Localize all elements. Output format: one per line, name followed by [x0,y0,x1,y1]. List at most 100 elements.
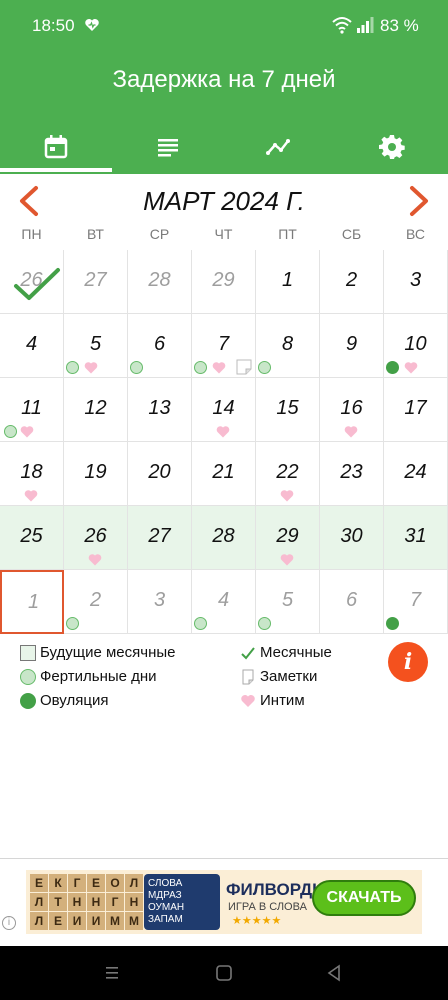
info-button[interactable]: i [388,642,428,682]
calendar-day-cell[interactable]: 2 [64,570,128,634]
calendar-day-cell[interactable]: 28 [192,506,256,570]
calendar-day-cell[interactable]: 4 [0,314,64,378]
calendar-day-cell[interactable]: 30 [320,506,384,570]
ad-letter-tile: О [106,874,124,892]
ad-letter-tile: Л [30,912,48,930]
day-number: 4 [217,589,230,611]
calendar-day-cell[interactable]: 26 [0,250,64,314]
calendar-day-cell[interactable]: 10 [384,314,448,378]
legend-label: Интим [260,692,305,709]
ad-letter-tile: Л [30,893,48,911]
calendar-day-cell[interactable]: 16 [320,378,384,442]
legend-intimacy: Интим [240,692,305,709]
calendar-day-cell[interactable]: 7 [192,314,256,378]
day-number: 5 [89,333,102,355]
heart-icon [404,362,418,374]
calendar-day-cell[interactable]: 5 [64,314,128,378]
calendar-day-cell[interactable]: 9 [320,314,384,378]
calendar-day-cell[interactable]: 1 [256,250,320,314]
calendar-day-cell[interactable]: 14 [192,378,256,442]
calendar-day-cell[interactable]: 27 [64,250,128,314]
legend-label: Месячные [260,644,332,661]
calendar-day-cell[interactable]: 4 [192,570,256,634]
calendar-day-cell[interactable]: 8 [256,314,320,378]
tab-calendar[interactable] [0,120,112,174]
next-month-icon[interactable] [404,184,434,218]
calendar-day-cell[interactable]: 22 [256,442,320,506]
tab-list[interactable] [112,120,224,174]
signal-icon [357,17,374,33]
back-icon[interactable] [324,963,344,983]
tab-settings[interactable] [336,120,448,174]
month-title: МАРТ 2024 Г. [143,186,305,216]
calendar-day-cell[interactable]: 28 [128,250,192,314]
day-number: 2 [89,589,102,611]
day-number: 12 [84,397,107,419]
calendar-day-cell[interactable]: 29 [192,250,256,314]
calendar-day-cell[interactable]: 21 [192,442,256,506]
calendar-day-cell[interactable]: 27 [128,506,192,570]
ad-rating-stars: ★★★★★ [232,915,282,927]
day-number: 22 [276,461,299,483]
calendar-day-cell[interactable]: 18 [0,442,64,506]
ad-letter-tile: Т [49,893,67,911]
future-period-icon [20,644,36,661]
day-number: 10 [404,333,427,355]
day-number: 8 [281,333,294,355]
checkmark-icon [241,646,255,659]
calendar-day-cell[interactable]: 31 [384,506,448,570]
calendar-day-cell[interactable]: 13 [128,378,192,442]
day-number: 5 [281,589,294,611]
list-icon [158,139,178,157]
calendar-day-cell[interactable]: 19 [64,442,128,506]
calendar-day-cell[interactable]: 15 [256,378,320,442]
fertile-dot-icon [194,361,207,374]
calendar-day-cell[interactable]: 29 [256,506,320,570]
calendar-day-cell[interactable]: 5 [256,570,320,634]
calendar-day-cell[interactable]: 11 [0,378,64,442]
calendar-day-cell[interactable]: 23 [320,442,384,506]
day-number: 23 [340,461,363,483]
calendar-day-cell[interactable]: 2 [320,250,384,314]
home-icon[interactable] [214,963,234,983]
ad-letter-tile: Н [68,893,86,911]
calendar-day-cell[interactable]: 25 [0,506,64,570]
chart-icon [266,139,290,155]
checkmark-icon [14,268,60,300]
ad-letter-tile: Г [68,874,86,892]
legend-ovulation: Овуляция [20,692,108,709]
calendar-day-cell[interactable]: 6 [320,570,384,634]
calendar-day-cell[interactable]: 7 [384,570,448,634]
day-number: 28 [148,269,171,291]
calendar-day-cell[interactable]: 3 [384,250,448,314]
weekday-label: СР [149,226,170,242]
day-number: 3 [409,269,422,291]
ad-letter-tile: Е [30,874,48,892]
calendar-day-cell[interactable]: 17 [384,378,448,442]
recent-apps-icon[interactable] [102,963,122,983]
day-number: 7 [217,333,230,355]
fertile-dot-icon [258,617,271,630]
ad-download-button[interactable]: СКАЧАТЬ [312,880,416,916]
heart-icon [241,694,255,707]
note-icon [236,359,252,375]
day-number: 1 [27,591,40,613]
tab-chart[interactable] [224,120,336,174]
calendar-day-cell[interactable]: 6 [128,314,192,378]
ad-letter-tile: М [125,912,143,930]
day-number: 28 [212,525,235,547]
calendar-day-cell[interactable]: 24 [384,442,448,506]
ad-letter-tile: И [87,912,105,930]
calendar-day-cell[interactable]: 3 [128,570,192,634]
day-number: 1 [281,269,294,291]
heart-icon [216,426,230,438]
day-number: 29 [212,269,235,291]
health-heart-icon [85,19,99,31]
calendar-day-cell[interactable]: 1 [0,570,64,634]
calendar-day-cell[interactable]: 12 [64,378,128,442]
calendar-day-cell[interactable]: 26 [64,506,128,570]
ad-info-icon[interactable]: i [2,916,16,930]
fertile-dot-icon [258,361,271,374]
ad-banner[interactable]: ЕКГЕОЛЛТННГНЛЕИИММ СЛОВА МДРАЗ ОУМАН ЗАП… [26,870,422,934]
calendar-day-cell[interactable]: 20 [128,442,192,506]
